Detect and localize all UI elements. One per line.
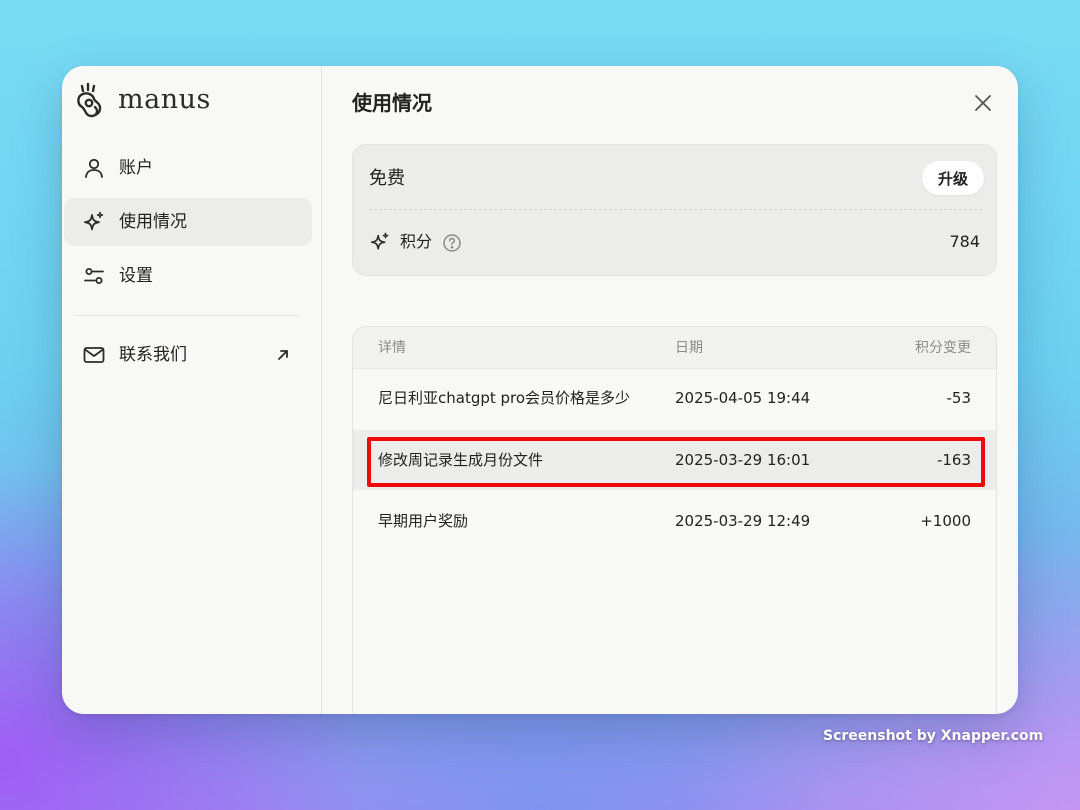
sidebar-divider: [74, 315, 300, 316]
row-change: -163: [936, 451, 971, 469]
sparkle-icon: [370, 232, 389, 250]
plan-name: 免费: [369, 168, 405, 189]
row-date: 2025-03-29 16:01: [675, 451, 811, 469]
sidebar-item-usage[interactable]: 使用情况: [64, 198, 312, 246]
row-date: 2025-03-29 12:49: [675, 512, 811, 530]
user-icon: [85, 158, 103, 178]
manus-logo-icon: [77, 82, 102, 118]
sidebar-item-label: 设置: [119, 266, 153, 286]
table-row[interactable]: 尼日利亚chatgpt pro会员价格是多少 2025-04-05 19:44 …: [353, 368, 996, 428]
usage-table: 详情 日期 积分变更 尼日利亚chatgpt pro会员价格是多少 2025-0…: [352, 326, 997, 714]
plan-card: 免费 升级 积分 784: [352, 144, 997, 276]
row-change: +1000: [920, 512, 971, 530]
sidebar-item-label: 账户: [119, 158, 153, 178]
row-change: -53: [946, 389, 972, 407]
row-date: 2025-04-05 19:44: [675, 389, 811, 407]
sidebar: manus 账户 使用情况 设置 联系我们: [62, 66, 322, 714]
table-row[interactable]: 早期用户奖励 2025-03-29 12:49 +1000: [353, 491, 996, 551]
sidebar-item-account[interactable]: 账户: [64, 144, 312, 192]
close-icon[interactable]: [972, 92, 994, 114]
row-detail: 修改周记录生成月份文件: [378, 451, 544, 469]
app-name: manus: [118, 83, 211, 115]
logo: manus: [74, 82, 211, 120]
sidebar-item-label: 联系我们: [119, 345, 187, 365]
row-detail: 早期用户奖励: [378, 512, 469, 530]
table-header: 详情 日期 积分变更: [353, 327, 996, 369]
sidebar-item-settings[interactable]: 设置: [64, 252, 312, 300]
column-header-detail: 详情: [378, 340, 406, 356]
column-header-date: 日期: [675, 340, 703, 356]
upgrade-button[interactable]: 升级: [922, 161, 984, 195]
settings-window: manus 账户 使用情况 设置 联系我们 使用情况 免费 升级 积分 784 …: [62, 66, 1018, 714]
column-header-change: 积分变更: [915, 340, 971, 356]
page-title: 使用情况: [352, 91, 432, 115]
credits-value: 784: [949, 232, 980, 251]
table-row[interactable]: 修改周记录生成月份文件 2025-03-29 16:01 -163: [353, 430, 996, 490]
sparkle-icon: [84, 211, 104, 231]
sliders-icon: [84, 268, 104, 284]
plan-divider: [369, 209, 982, 210]
mail-icon: [83, 347, 105, 363]
arrow-up-right-icon: [278, 350, 288, 360]
main-panel: 使用情况 免费 升级 积分 784 详情 日期 积分变更 尼日利亚chatgpt…: [322, 66, 1018, 714]
credits-label: 积分: [400, 232, 433, 251]
row-detail: 尼日利亚chatgpt pro会员价格是多少: [378, 389, 631, 407]
help-icon[interactable]: [442, 233, 462, 253]
watermark: Screenshot by Xnapper.com: [823, 728, 1044, 744]
sidebar-item-contact[interactable]: 联系我们: [64, 331, 312, 379]
sidebar-item-label: 使用情况: [119, 212, 187, 232]
